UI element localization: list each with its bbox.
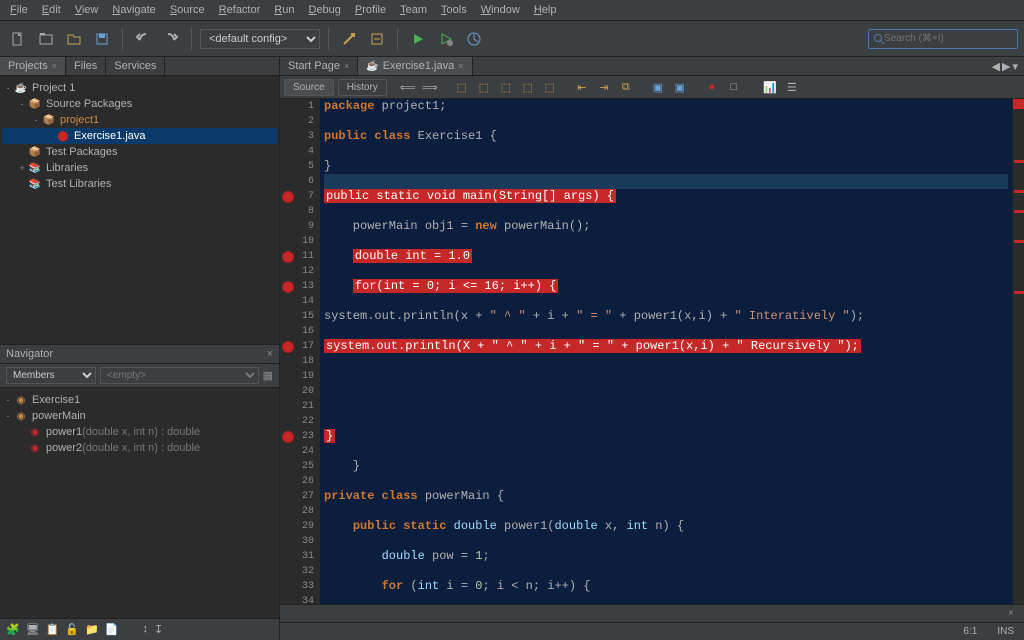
history-tab[interactable]: History <box>338 79 387 96</box>
bookmark-icon[interactable]: ⬚ <box>541 78 559 96</box>
back-icon[interactable]: ⟸ <box>399 78 417 96</box>
menu-team[interactable]: Team <box>394 2 433 18</box>
menu-file[interactable]: File <box>4 2 34 18</box>
menu-view[interactable]: View <box>69 2 105 18</box>
menu-run[interactable]: Run <box>268 2 300 18</box>
overview-ruler[interactable] <box>1012 99 1024 604</box>
menu-debug[interactable]: Debug <box>302 2 346 18</box>
toggle-hl-icon[interactable]: ⬚ <box>519 78 537 96</box>
menubar: FileEditViewNavigateSourceRefactorRunDeb… <box>0 0 1024 21</box>
navigator-panel: Navigator × Members <empty> ▦ -◉Exercise… <box>0 344 279 618</box>
search-box[interactable] <box>868 29 1018 49</box>
tb-icon-6[interactable]: 📄 <box>105 623 119 636</box>
tb-icon-8[interactable]: ↧ <box>154 623 163 636</box>
insert-mode: INS <box>997 626 1014 637</box>
main-toolbar: <default config> <box>0 21 1024 57</box>
find-next-icon[interactable]: ⬚ <box>497 78 515 96</box>
find-sel-icon[interactable]: ⬚ <box>453 78 471 96</box>
code-editor[interactable]: 1234567891011121314151617181920212223242… <box>280 99 1024 604</box>
editor-area: Start Page×☕Exercise1.java× ◀▶▾ Source Hi… <box>280 57 1024 640</box>
comment-icon[interactable]: ⧉ <box>617 78 635 96</box>
shift-left-icon[interactable]: ⇤ <box>573 78 591 96</box>
tb-icon-7[interactable]: ↕ <box>142 623 148 636</box>
nav-node[interactable]: ◉power1(double x, int n) : double <box>2 424 277 440</box>
editor-toolbar: Source History ⟸ ⟹ ⬚ ⬚ ⬚ ⬚ ⬚ ⇤ ⇥ ⧉ ▣ ▣ ●… <box>280 76 1024 99</box>
tree-node[interactable]: -☕Project 1 <box>2 80 277 96</box>
filter-icon[interactable]: ▦ <box>263 369 273 382</box>
statusbar-2: 6:1 INS <box>280 622 1024 640</box>
clean-build-button[interactable] <box>365 27 389 51</box>
tb-icon-4[interactable]: 🔓 <box>65 623 79 636</box>
line-gutter: 1234567891011121314151617181920212223242… <box>280 99 320 604</box>
next-tab-icon[interactable]: ▶ <box>1002 60 1010 73</box>
sidebar-bottom-toolbar: 🧩 🖥 📋 🔓 📁 📄 ↕ ↧ <box>0 618 279 640</box>
tb-icon-5[interactable]: 📁 <box>85 623 99 636</box>
tb-icon-2[interactable]: 🖥 <box>26 623 40 636</box>
profile-button[interactable] <box>462 27 486 51</box>
menu-source[interactable]: Source <box>164 2 211 18</box>
members-select[interactable]: Members <box>6 367 96 384</box>
tree-node[interactable]: +📚Libraries <box>2 160 277 176</box>
code-content[interactable]: package project1; public class Exercise1… <box>320 99 1012 604</box>
menu-edit[interactable]: Edit <box>36 2 67 18</box>
nav-node[interactable]: -◉powerMain <box>2 408 277 424</box>
search-icon <box>873 33 884 45</box>
side-tab-files[interactable]: Files <box>66 57 106 75</box>
editor-tabs: Start Page×☕Exercise1.java× ◀▶▾ <box>280 57 1024 76</box>
redo-button[interactable] <box>159 27 183 51</box>
statusbar: × <box>280 604 1024 622</box>
tree-node[interactable]: -📦Source Packages <box>2 96 277 112</box>
nav-node[interactable]: ◉power2(double x, int n) : double <box>2 440 277 456</box>
navigator-tree[interactable]: -◉Exercise1-◉powerMain◉power1(double x, … <box>0 388 279 618</box>
tree-node[interactable]: 📚Test Libraries <box>2 176 277 192</box>
menu-profile[interactable]: Profile <box>349 2 392 18</box>
tree-node[interactable]: -📦project1 <box>2 112 277 128</box>
menu-navigate[interactable]: Navigate <box>106 2 161 18</box>
error-summary-icon <box>1013 99 1024 109</box>
shift-right-icon[interactable]: ⇥ <box>595 78 613 96</box>
sidebar: Projects×FilesServices -☕Project 1-📦Sour… <box>0 57 280 640</box>
menu-tools[interactable]: Tools <box>435 2 473 18</box>
side-tab-projects[interactable]: Projects× <box>0 57 66 75</box>
open-button[interactable] <box>62 27 86 51</box>
chart-icon[interactable]: 📊 <box>761 78 779 96</box>
fwd-icon[interactable]: ⟹ <box>421 78 439 96</box>
menu-window[interactable]: Window <box>475 2 526 18</box>
prev-tab-icon[interactable]: ◀ <box>992 60 1000 73</box>
config-select[interactable]: <default config> <box>200 29 320 49</box>
cursor-position: 6:1 <box>963 626 977 637</box>
debug-button[interactable] <box>434 27 458 51</box>
side-tab-services[interactable]: Services <box>106 57 165 75</box>
editor-tab[interactable]: ☕Exercise1.java× <box>358 57 472 75</box>
blank-icon[interactable]: □ <box>725 78 743 96</box>
tree-node[interactable]: 📦Test Packages <box>2 144 277 160</box>
menu-refactor[interactable]: Refactor <box>213 2 267 18</box>
build-button[interactable] <box>337 27 361 51</box>
tab-list-icon[interactable]: ▾ <box>1012 60 1018 73</box>
status-close-icon[interactable]: × <box>1008 608 1014 619</box>
stop-rec-icon[interactable]: ● <box>703 78 721 96</box>
macro-rec-icon[interactable]: ▣ <box>649 78 667 96</box>
project-tree[interactable]: -☕Project 1-📦Source Packages-📦project1⬤E… <box>0 76 279 344</box>
new-file-button[interactable] <box>6 27 30 51</box>
tb-icon-1[interactable]: 🧩 <box>6 623 20 636</box>
side-tabs: Projects×FilesServices <box>0 57 279 76</box>
nav-node[interactable]: -◉Exercise1 <box>2 392 277 408</box>
find-prev-icon[interactable]: ⬚ <box>475 78 493 96</box>
menu-help[interactable]: Help <box>528 2 563 18</box>
tb-icon-3[interactable]: 📋 <box>46 623 60 636</box>
empty-filter-select[interactable]: <empty> <box>100 367 259 384</box>
stack-icon[interactable]: ☰ <box>783 78 801 96</box>
macro-play-icon[interactable]: ▣ <box>671 78 689 96</box>
search-input[interactable] <box>884 33 1013 44</box>
editor-tab[interactable]: Start Page× <box>280 57 358 75</box>
undo-button[interactable] <box>131 27 155 51</box>
navigator-title: Navigator <box>6 348 53 360</box>
run-button[interactable] <box>406 27 430 51</box>
tree-node[interactable]: ⬤Exercise1.java <box>2 128 277 144</box>
save-all-button[interactable] <box>90 27 114 51</box>
new-project-button[interactable] <box>34 27 58 51</box>
navigator-close-icon[interactable]: × <box>267 348 273 360</box>
source-tab[interactable]: Source <box>284 79 334 96</box>
